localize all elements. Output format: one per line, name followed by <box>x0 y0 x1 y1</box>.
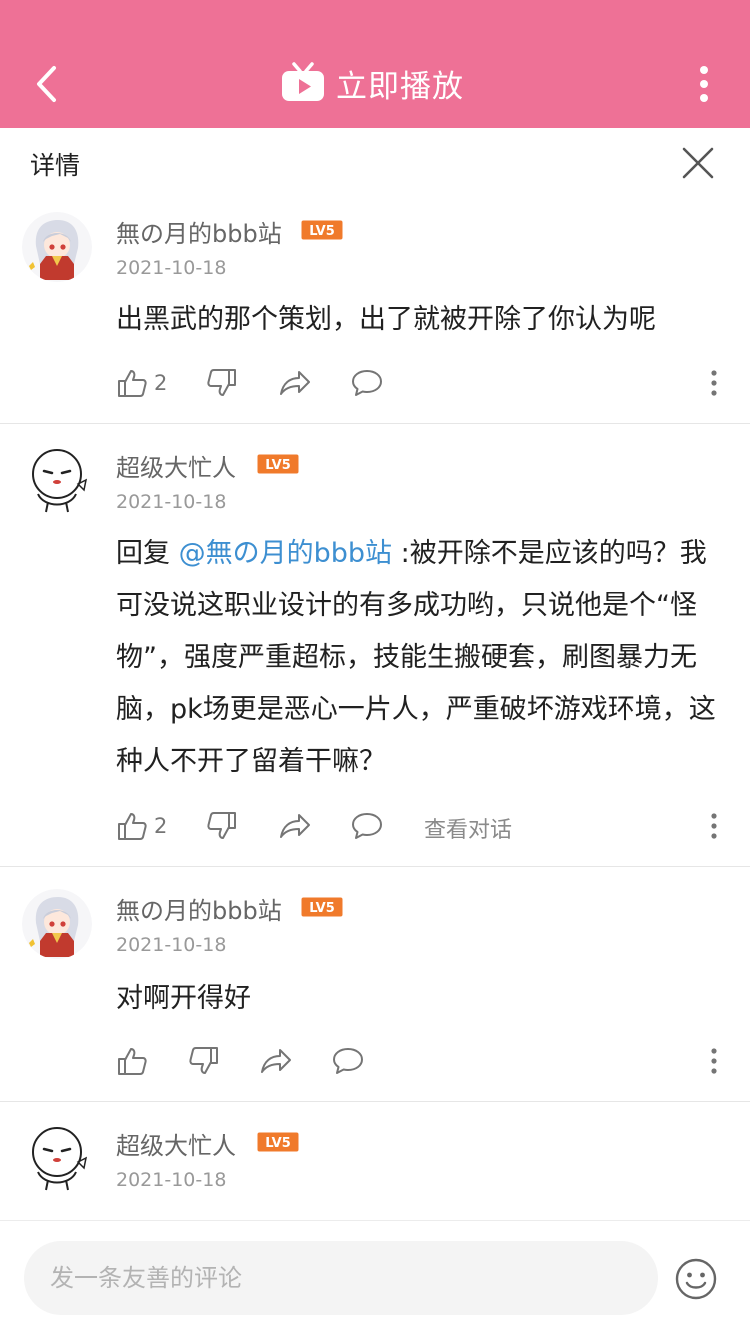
share-arrow-icon <box>280 371 310 395</box>
comment-date: 2021-10-18 <box>116 1169 227 1191</box>
comment-text: 对啊开得好 <box>116 973 720 1025</box>
thumbs-down-icon <box>207 812 236 839</box>
like-count: 2 <box>154 814 168 838</box>
comment-more-button[interactable] <box>703 365 725 401</box>
level-badge-text: LV5 <box>309 901 335 916</box>
comment-date: 2021-10-18 <box>116 491 227 513</box>
more-vertical-icon <box>711 370 717 396</box>
like-button[interactable] <box>116 1043 148 1079</box>
dislike-button[interactable] <box>188 1043 220 1079</box>
smiley-face-icon <box>675 1258 717 1300</box>
play-now-label: 立即播放 <box>336 68 464 105</box>
comment-bubble-icon <box>352 370 382 396</box>
comment-input[interactable] <box>24 1241 658 1315</box>
comment-item: 無の月的bbb站 LV5 2021-10-18 对啊开得好 <box>0 867 750 1102</box>
avatar[interactable] <box>22 889 92 959</box>
avatar-anime-girl-icon <box>22 889 92 959</box>
emoji-button[interactable] <box>674 1257 718 1301</box>
comment-username[interactable]: 無の月的bbb站 <box>116 891 282 926</box>
comment-text: 回复 @無の月的bbb站 :被开除不是应该的吗？我可没说这职业设计的有多成功哟，… <box>116 528 720 788</box>
avatar[interactable] <box>22 212 92 282</box>
avatar-round-ghost-icon <box>22 444 92 514</box>
reply-button[interactable] <box>331 1043 365 1079</box>
avatar-round-ghost-icon <box>22 1122 92 1192</box>
avatar-anime-girl-icon <box>22 212 92 282</box>
comment-username[interactable]: 超级大忙人 <box>116 448 236 483</box>
dislike-button[interactable] <box>206 365 238 401</box>
thumbs-up-icon <box>118 813 147 840</box>
thumbs-down-icon <box>207 369 236 396</box>
comment-item: 超级大忙人 LV5 2021-10-18 <box>0 1102 750 1220</box>
more-vertical-icon <box>700 66 708 102</box>
level-badge-text: LV5 <box>265 458 291 473</box>
detail-header: 详情 <box>0 128 750 200</box>
close-button[interactable] <box>680 145 716 181</box>
more-menu-button[interactable] <box>690 64 718 104</box>
comment-more-button[interactable] <box>703 1043 725 1079</box>
close-icon <box>682 147 714 179</box>
avatar[interactable] <box>22 1122 92 1192</box>
mention-link[interactable]: @無の月的bbb站 <box>179 538 392 569</box>
comment-input-bar <box>0 1220 750 1334</box>
share-arrow-icon <box>261 1049 291 1073</box>
comment-list: 無の月的bbb站 LV5 2021-10-18 出黑武的那个策划，出了就被开除了… <box>0 200 750 1220</box>
more-vertical-icon <box>711 1048 717 1074</box>
share-arrow-icon <box>280 814 310 838</box>
level-badge-icon: LV5 <box>301 220 343 240</box>
comment-username[interactable]: 無の月的bbb站 <box>116 214 282 249</box>
thumbs-up-icon <box>118 370 147 397</box>
comment-more-button[interactable] <box>703 808 725 844</box>
comment-input-wrapper <box>24 1241 658 1315</box>
back-button[interactable] <box>30 62 62 106</box>
top-bar: 立即播放 <box>0 0 750 128</box>
comment-body: 出黑武的那个策划，出了就被开除了你认为呢 <box>116 304 656 335</box>
view-conversation-link[interactable]: 查看对话 <box>424 812 512 844</box>
comment-text: 出黑武的那个策划，出了就被开除了你认为呢 <box>116 294 720 346</box>
share-button[interactable] <box>278 365 312 401</box>
reply-button[interactable] <box>350 365 384 401</box>
comment-date: 2021-10-18 <box>116 934 227 956</box>
level-badge-text: LV5 <box>265 1136 291 1151</box>
like-button[interactable]: 2 <box>116 808 167 844</box>
comment-bubble-icon <box>352 813 382 839</box>
comment-username[interactable]: 超级大忙人 <box>116 1126 236 1161</box>
level-badge-icon: LV5 <box>257 1132 299 1152</box>
play-now-button[interactable]: 立即播放 <box>280 58 464 108</box>
comment-date: 2021-10-18 <box>116 257 227 279</box>
comment-body: 对啊开得好 <box>116 983 251 1014</box>
level-badge-text: LV5 <box>309 224 335 239</box>
like-count: 2 <box>154 371 168 395</box>
share-button[interactable] <box>278 808 312 844</box>
reply-button[interactable] <box>350 808 384 844</box>
dislike-button[interactable] <box>206 808 238 844</box>
level-badge-icon: LV5 <box>257 454 299 474</box>
comment-item: 無の月的bbb站 LV5 2021-10-18 出黑武的那个策划，出了就被开除了… <box>0 200 750 424</box>
thumbs-down-icon <box>189 1047 218 1074</box>
share-button[interactable] <box>259 1043 293 1079</box>
thumbs-up-icon <box>118 1048 147 1075</box>
avatar[interactable] <box>22 444 92 514</box>
comment-body: :被开除不是应该的吗？我可没说这职业设计的有多成功哟，只说他是个“怪物”，强度严… <box>116 538 716 777</box>
reply-prefix: 回复 <box>116 538 179 569</box>
more-vertical-icon <box>711 813 717 839</box>
tv-icon <box>282 62 324 101</box>
detail-title: 详情 <box>30 151 81 180</box>
like-button[interactable]: 2 <box>116 365 167 401</box>
back-arrow-icon <box>37 66 56 102</box>
level-badge-icon: LV5 <box>301 897 343 917</box>
comment-bubble-icon <box>333 1048 363 1074</box>
comment-item: 超级大忙人 LV5 2021-10-18 回复 @無の月的bbb站 :被开除不是… <box>0 424 750 866</box>
